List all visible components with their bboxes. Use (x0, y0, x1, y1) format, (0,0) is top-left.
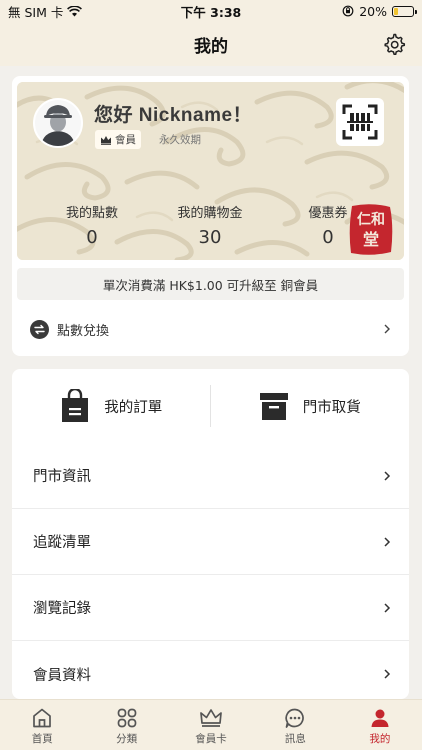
menu-item-store-info[interactable]: 門市資訊 (12, 443, 409, 509)
tab-home[interactable]: 首頁 (0, 700, 84, 750)
carrier-label: 無 SIM 卡 (8, 4, 64, 20)
status-bar: 無 SIM 卡 下午 3:38 20% (0, 0, 422, 22)
tab-categories[interactable]: 分類 (84, 700, 168, 750)
battery-percent: 20% (359, 3, 387, 19)
crown-icon (101, 135, 111, 145)
stat-value: 30 (198, 227, 222, 248)
points-exchange-row[interactable]: 點數兌換 (12, 310, 409, 348)
exchange-icon (30, 319, 49, 339)
my-orders-button[interactable]: 我的訂單 (12, 369, 211, 443)
avatar-image (35, 100, 81, 146)
menu-list: 門市資訊 追蹤清單 瀏覽記錄 會員資料 (12, 443, 409, 699)
tier-badge: 會員 (95, 130, 141, 149)
brand-seal-logo: 仁和 堂 (349, 204, 393, 255)
crown-icon (200, 708, 222, 727)
shopping-bag-icon (62, 389, 89, 422)
home-icon (33, 708, 52, 727)
avatar[interactable] (33, 98, 83, 148)
grid-icon (117, 708, 136, 727)
member-card[interactable]: 您好 Nickname！ 會員 永久效期 我的點數 0 我的購物金 30 優惠券… (17, 82, 404, 260)
greeting-text: 您好 Nickname！ (94, 105, 253, 126)
chevron-right-icon (384, 536, 391, 547)
upgrade-notice: 單次消費滿 HK$1.00 可升級至 銅會員 (17, 268, 404, 300)
store-pickup-button[interactable]: 門市取貨 (211, 369, 410, 443)
points-exchange-label: 點數兌換 (57, 323, 110, 339)
menu-item-member-profile[interactable]: 會員資料 (12, 641, 409, 699)
tab-label: 首頁 (31, 732, 53, 745)
tab-label: 訊息 (284, 732, 306, 745)
menu-item-label: 門市資訊 (33, 469, 91, 485)
settings-gear-icon[interactable] (382, 32, 406, 56)
tab-messages[interactable]: 訊息 (253, 700, 337, 750)
chevron-right-icon (384, 324, 390, 334)
quick-action-label: 我的訂單 (104, 399, 163, 416)
chat-icon (285, 708, 305, 728)
status-left: 無 SIM 卡 (8, 2, 83, 21)
menu-item-label: 追蹤清單 (33, 535, 91, 551)
status-right: 20% (342, 3, 417, 19)
stat-shopping-credit[interactable]: 我的購物金 30 (155, 202, 265, 248)
battery-icon (392, 5, 417, 17)
tab-label: 會員卡 (195, 732, 227, 745)
barcode-scan-icon (342, 104, 378, 140)
person-icon (371, 709, 389, 727)
chevron-right-icon (384, 470, 391, 481)
quick-action-label: 門市取貨 (302, 399, 361, 416)
tab-member-card[interactable]: 會員卡 (169, 700, 253, 750)
menu-item-label: 會員資料 (33, 667, 91, 684)
tier-label: 會員 (115, 134, 136, 146)
tab-bar: 首頁 分類 會員卡 訊息 我的 (0, 699, 422, 750)
stat-points[interactable]: 我的點數 0 (37, 202, 147, 248)
menu-item-browsing-history[interactable]: 瀏覽記錄 (12, 575, 409, 641)
member-section: 您好 Nickname！ 會員 永久效期 我的點數 0 我的購物金 30 優惠券… (12, 76, 409, 356)
chevron-right-icon (384, 669, 391, 679)
member-barcode-button[interactable] (336, 98, 384, 146)
stat-label: 我的點數 (65, 206, 118, 221)
tab-profile[interactable]: 我的 (338, 700, 422, 750)
wifi-icon (67, 5, 83, 16)
page-header: 我的 (0, 22, 422, 66)
chevron-right-icon (384, 602, 391, 613)
stat-label: 我的購物金 (177, 206, 243, 221)
battery-fill (394, 7, 398, 15)
divider (210, 385, 211, 427)
svg-text:仁和: 仁和 (357, 211, 385, 228)
member-tier-row: 會員 永久效期 (95, 130, 201, 149)
page-title: 我的 (194, 36, 228, 57)
orientation-lock-icon (342, 5, 354, 17)
box-icon (259, 393, 288, 420)
stat-value: 0 (86, 227, 98, 248)
tab-label: 分類 (116, 732, 138, 745)
menu-section: 我的訂單 門市取貨 門市資訊 追蹤清單 瀏覽記錄 會員資料 (12, 369, 409, 699)
menu-item-wishlist[interactable]: 追蹤清單 (12, 509, 409, 575)
menu-item-label: 瀏覽記錄 (33, 601, 91, 617)
svg-text:堂: 堂 (363, 230, 379, 249)
validity-label: 永久效期 (159, 134, 201, 146)
tab-label: 我的 (369, 732, 391, 745)
